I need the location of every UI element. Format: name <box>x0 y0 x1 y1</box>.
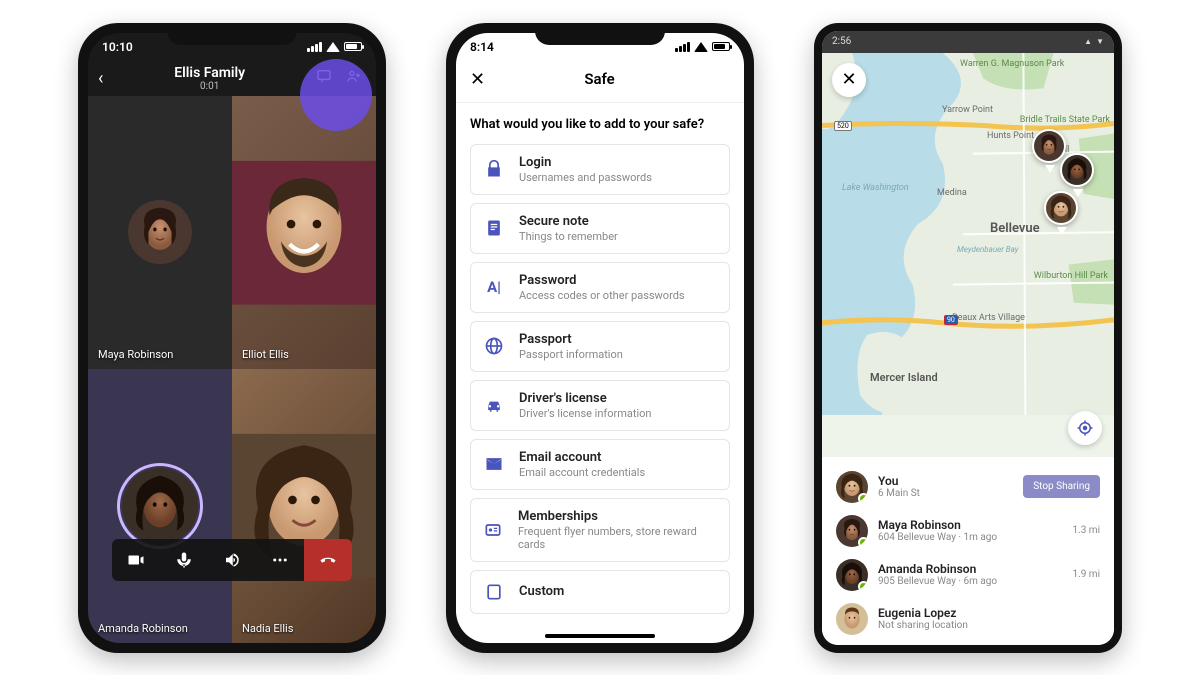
participant-tile[interactable]: Elliot Ellis <box>232 96 376 370</box>
lock-icon <box>483 158 505 180</box>
wifi-icon <box>326 42 340 52</box>
close-icon[interactable]: ✕ <box>470 69 485 90</box>
stop-sharing-button[interactable]: Stop Sharing <box>1023 475 1100 498</box>
prompt-text: What would you like to add to your safe? <box>470 117 730 132</box>
participant-video <box>232 369 376 643</box>
phone-location-sharing: 2:56 ▲▼ <box>814 23 1122 653</box>
participant-video <box>232 96 376 370</box>
map-label: Lake Washington <box>842 183 909 193</box>
phone-video-call: 10:10 ‹ Ellis Family0:01 Maya Robinson <box>78 23 386 653</box>
participant-name: Maya Robinson <box>98 348 173 361</box>
route-badge: 520 <box>834 121 852 131</box>
participant-tile[interactable]: Maya Robinson <box>88 96 232 370</box>
page-title: Safe <box>485 70 714 88</box>
route-badge: 90 <box>944 315 958 325</box>
locate-me-button[interactable] <box>1068 411 1102 445</box>
status-bar: 2:56 ▲▼ <box>822 31 1114 53</box>
speaker-button[interactable] <box>208 539 256 581</box>
call-controls <box>112 539 352 581</box>
avatar <box>836 471 868 503</box>
map-label: Yarrow Point <box>942 105 993 115</box>
map-label: Medina <box>937 188 967 198</box>
home-indicator[interactable] <box>545 634 655 638</box>
password-icon: A| <box>483 276 505 298</box>
people-sheet: You6 Main St Stop Sharing Maya Robinson6… <box>822 457 1114 645</box>
mic-button[interactable] <box>160 539 208 581</box>
active-speaker-ring <box>117 463 203 549</box>
map-label: Mercer Island <box>870 371 938 384</box>
wifi-icon <box>694 42 708 52</box>
floating-action-button[interactable] <box>300 59 372 131</box>
avatar <box>836 515 868 547</box>
safe-option-login[interactable]: LoginUsernames and passwords <box>470 144 730 195</box>
mail-icon <box>483 453 505 475</box>
safe-option-license[interactable]: Driver's licenseDriver's license informa… <box>470 380 730 431</box>
person-row[interactable]: Eugenia LopezNot sharing location <box>822 597 1114 641</box>
avatar <box>836 603 868 635</box>
cellular-icon <box>675 42 690 52</box>
call-duration: 0:01 <box>109 81 310 92</box>
end-call-button[interactable] <box>304 539 352 581</box>
person-row[interactable]: Maya Robinson604 Bellevue Way · 1m ago 1… <box>822 509 1114 553</box>
car-icon <box>483 394 505 416</box>
custom-icon <box>483 581 505 603</box>
safe-option-custom[interactable]: Custom <box>470 570 730 614</box>
map-label: Beaux Arts Village <box>952 313 1025 323</box>
cellular-icon <box>307 42 322 52</box>
back-icon[interactable]: ‹ <box>98 68 103 89</box>
map-view[interactable]: Warren G. Magnuson Park Yarrow Point Hun… <box>822 53 1114 457</box>
note-icon <box>483 217 505 239</box>
map-label: Hunts Point <box>987 131 1034 141</box>
passport-icon <box>483 335 505 357</box>
battery-icon <box>344 42 362 51</box>
map-pin[interactable] <box>1060 153 1100 193</box>
map-label: Bellevue <box>990 221 1040 236</box>
status-time: 10:10 <box>102 40 133 54</box>
participant-name: Nadia Ellis <box>242 622 293 635</box>
modal-header: ✕ Safe <box>456 61 744 103</box>
person-row[interactable]: You6 Main St Stop Sharing <box>822 465 1114 509</box>
person-row[interactable]: Amanda Robinson905 Bellevue Way · 6m ago… <box>822 553 1114 597</box>
map-label: Bridle Trails State Park <box>1020 115 1110 125</box>
more-button[interactable] <box>256 539 304 581</box>
map-pin[interactable] <box>1044 191 1084 231</box>
call-title: Ellis Family <box>174 65 245 81</box>
phone-safe: 8:14 ✕ Safe What would you like to add t… <box>446 23 754 653</box>
status-time: 2:56 <box>832 36 851 47</box>
safe-option-note[interactable]: Secure noteThings to remember <box>470 203 730 254</box>
safe-option-memberships[interactable]: MembershipsFrequent flyer numbers, store… <box>470 498 730 562</box>
map-label: Meydenbauer Bay <box>957 245 1018 254</box>
status-time: 8:14 <box>470 40 494 54</box>
participant-name: Elliot Ellis <box>242 348 289 361</box>
map-label: Warren G. Magnuson Park <box>960 59 1064 69</box>
participant-name: Amanda Robinson <box>98 622 188 635</box>
map-label: Wilburton Hill Park <box>1034 271 1108 281</box>
participant-tile[interactable]: Amanda Robinson <box>88 369 232 643</box>
avatar <box>836 559 868 591</box>
camera-button[interactable] <box>112 539 160 581</box>
participant-tile[interactable]: Nadia Ellis <box>232 369 376 643</box>
close-icon[interactable]: ✕ <box>832 63 866 97</box>
safe-option-passport[interactable]: PassportPassport information <box>470 321 730 372</box>
avatar <box>128 200 192 264</box>
battery-icon <box>712 42 730 51</box>
membership-icon <box>483 519 504 541</box>
safe-option-password[interactable]: A| PasswordAccess codes or other passwor… <box>470 262 730 313</box>
safe-option-email[interactable]: Email accountEmail account credentials <box>470 439 730 490</box>
